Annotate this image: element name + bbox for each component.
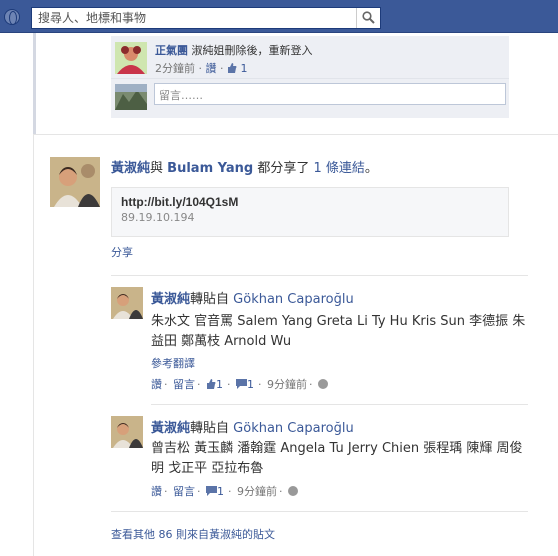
- search-icon: [362, 11, 375, 24]
- comment-bubble-icon: [206, 486, 217, 496]
- thumbs-up-icon: [207, 379, 216, 389]
- avatar[interactable]: [115, 42, 147, 74]
- see-more-posts-link[interactable]: 查看其他 86 則來自黃淑純的貼文: [111, 526, 275, 542]
- comment-like-link[interactable]: 讚: [206, 62, 217, 75]
- comment-time[interactable]: 2分鐘前: [155, 62, 195, 75]
- comment-divider: [111, 78, 509, 79]
- story-link-count[interactable]: 1 條連結: [314, 161, 365, 176]
- comment-link[interactable]: 留言: [173, 378, 195, 391]
- search-input[interactable]: [32, 8, 352, 28]
- reshare-header: 黃淑純轉貼自 Gökhan Caparoğlu: [151, 292, 354, 307]
- reshare-time[interactable]: 9分鐘前: [267, 378, 307, 391]
- reshare-header: 黃淑純轉貼自 Gökhan Caparoğlu: [151, 421, 354, 436]
- feed-rule: [33, 134, 34, 556]
- story-avatar[interactable]: [50, 157, 100, 207]
- story-header: 黃淑純與 Bulam Yang 都分享了 1 條連結。: [111, 161, 378, 176]
- link-domain: 89.19.10.194: [121, 211, 195, 224]
- translate-link[interactable]: 參考翻譯: [151, 355, 195, 371]
- story-with-user[interactable]: Bulam Yang: [167, 161, 253, 176]
- reshare-text: 朱水文 官音罵 Salem Yang Greta Li Ty Hu Kris S…: [151, 314, 526, 349]
- like-link[interactable]: 讚: [151, 485, 162, 498]
- reshare-author[interactable]: 黃淑純: [151, 292, 190, 307]
- story-author[interactable]: 黃淑純: [111, 161, 150, 176]
- comment-count[interactable]: 1: [236, 378, 256, 391]
- comment-count[interactable]: 1: [206, 485, 226, 498]
- comment-input[interactable]: 留言……: [154, 83, 506, 105]
- like-count[interactable]: 1: [206, 378, 225, 391]
- link-preview[interactable]: http://bit.ly/104Q1sM 89.19.10.194: [111, 187, 509, 237]
- comment-author[interactable]: 正氣團: [155, 44, 188, 57]
- thumbs-up-icon: [228, 63, 237, 73]
- reshare-author[interactable]: 黃淑純: [151, 421, 190, 436]
- reshare-source[interactable]: Gökhan Caparoğlu: [233, 292, 354, 307]
- my-avatar: [115, 84, 147, 116]
- story-divider: [33, 134, 558, 135]
- public-globe-icon: [318, 379, 328, 389]
- top-bar: [0, 0, 558, 33]
- comment-meta: 2分鐘前 · 讚 · 1: [155, 62, 248, 75]
- comment-body: 正氣團 淑純姐刪除後，重新登入: [155, 42, 313, 58]
- notifications-globe-icon[interactable]: [4, 9, 20, 25]
- reshare-divider: [151, 404, 528, 405]
- more-divider: [111, 511, 528, 512]
- reshare-text: 曾吉松 黃玉麟 潘翰霆 Angela Tu Jerry Chien 張程瑀 陳輝…: [151, 441, 523, 476]
- like-link[interactable]: 讚: [151, 378, 162, 391]
- reshare-source[interactable]: Gökhan Caparoğlu: [233, 421, 354, 436]
- search-box: [31, 7, 381, 29]
- reshare-actions: 讚 · 留言 · 1 · 9分鐘前 ·: [151, 483, 300, 499]
- reshare-actions: 讚 · 留言 · 1 · 1 · 9分鐘前 ·: [151, 376, 330, 392]
- reshare-avatar[interactable]: [111, 287, 143, 319]
- previous-story-rule: [33, 33, 36, 134]
- reshare-divider: [111, 275, 528, 276]
- comment-text: 淑純姐刪除後，重新登入: [191, 44, 313, 57]
- comment-link[interactable]: 留言: [173, 485, 195, 498]
- comment-bubble-icon: [236, 379, 247, 389]
- comment-like-count[interactable]: 1: [227, 62, 248, 75]
- search-button[interactable]: [356, 8, 380, 28]
- reshare-time[interactable]: 9分鐘前: [237, 485, 277, 498]
- public-globe-icon: [288, 486, 298, 496]
- share-link[interactable]: 分享: [111, 244, 133, 260]
- link-url[interactable]: http://bit.ly/104Q1sM: [121, 195, 238, 209]
- reshare-avatar[interactable]: [111, 416, 143, 448]
